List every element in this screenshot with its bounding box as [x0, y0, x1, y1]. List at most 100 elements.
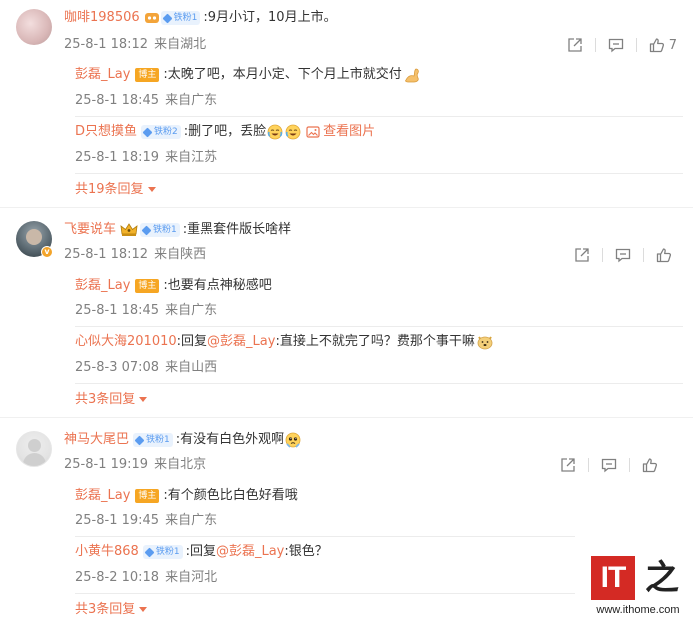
- more-replies-link[interactable]: 共19条回复: [75, 181, 156, 199]
- reply-location: 来自河北: [165, 570, 218, 585]
- reply-username[interactable]: 彭磊_Lay: [75, 277, 130, 295]
- comment-text: :有没有白色外观啊: [175, 432, 285, 447]
- reply-header: 彭磊_Lay 博主 :太晚了吧，本月小定、下个月上市就交付: [75, 66, 422, 84]
- reply-header: 心似大海201010 :回复 @彭磊_Lay :直接上不就完了吗？费那个事干嘛: [75, 333, 494, 351]
- more-replies-label: 共19条回复: [75, 182, 144, 197]
- like-button[interactable]: 7: [649, 37, 677, 53]
- reply-text: :有个颜色比白色好看哦: [163, 488, 298, 503]
- reply-text: :银色？: [284, 544, 328, 559]
- more-replies-link[interactable]: 共3条回复: [75, 391, 148, 409]
- crown-icon: [120, 223, 138, 236]
- pleading-emoji: [285, 432, 301, 448]
- reply-date: 25-8-1 19:45: [75, 513, 160, 528]
- diamond-icon: [142, 127, 153, 137]
- avatar[interactable]: [16, 431, 52, 467]
- host-badge: 博主: [135, 489, 160, 503]
- reply-meta: 25-8-2 10:18 来自河北: [75, 569, 217, 587]
- ithome-url: www.ithome.com: [596, 604, 680, 616]
- share-icon: [561, 458, 575, 472]
- comment-meta: 25-8-1 18:12 来自湖北: [64, 36, 206, 54]
- fan-badge-label: 铁粉1: [173, 13, 198, 23]
- flexed-biceps-emoji: [405, 68, 419, 83]
- ithome-logo-char: 之: [645, 558, 679, 598]
- diamond-icon: [144, 547, 155, 557]
- share-button[interactable]: [567, 37, 583, 53]
- reply-header: D只想摸鱼 铁粉2 :删了吧，丢脸 查看图片: [75, 123, 375, 141]
- host-badge: 博主: [135, 68, 160, 82]
- like-button[interactable]: [656, 247, 676, 263]
- comment-username[interactable]: 神马大尾巴: [64, 431, 129, 449]
- comment-header: 飞要说车 铁粉1 :重黑套件版长啥样: [64, 221, 291, 239]
- comment-button[interactable]: [608, 37, 624, 53]
- reply-header: 小黄牛868 铁粉1 :回复 @彭磊_Lay :银色？: [75, 543, 328, 561]
- comment-location: 来自北京: [154, 457, 207, 472]
- action-separator: [588, 458, 589, 472]
- share-icon: [575, 248, 589, 262]
- image-icon: [306, 126, 320, 138]
- more-replies-label: 共3条回复: [75, 602, 136, 617]
- avatar-head: [28, 439, 41, 452]
- reply-text: :也要有点神秘感吧: [163, 278, 272, 293]
- comment-date: 25-8-1 18:12: [64, 247, 149, 262]
- caret-down-icon: [139, 607, 148, 612]
- fan-badge-label: 铁粉1: [153, 225, 177, 235]
- reply-username[interactable]: 彭磊_Lay: [75, 66, 130, 84]
- reply-location: 来自广东: [165, 303, 218, 318]
- reply-location: 来自广东: [165, 93, 218, 108]
- verified-badge-icon: v: [41, 246, 53, 258]
- comment-separator: [0, 417, 693, 418]
- reply-date: 25-8-1 18:19: [75, 150, 160, 165]
- reply-text: :直接上不就完了吗？费那个事干嘛: [275, 334, 475, 349]
- caret-down-icon: [139, 397, 148, 402]
- like-button[interactable]: [642, 457, 662, 473]
- share-button[interactable]: [560, 457, 576, 473]
- reply-prefix: :回复: [176, 334, 208, 349]
- comment-date: 25-8-1 19:19: [64, 457, 149, 472]
- fan-badge: 铁粉1: [142, 545, 183, 559]
- mention-link[interactable]: @彭磊_Lay: [207, 333, 275, 351]
- comment-actions: [574, 246, 676, 264]
- reply-header: 彭磊_Lay 博主 :也要有点神秘感吧: [75, 277, 272, 295]
- reply-divider: [75, 326, 683, 327]
- thumbs-up-icon: [642, 458, 658, 473]
- comment-location: 来自陕西: [154, 247, 207, 262]
- comment-button[interactable]: [615, 247, 631, 263]
- action-separator: [635, 38, 637, 52]
- more-replies-label: 共3条回复: [75, 392, 136, 407]
- reply-meta: 25-8-1 18:19 来自江苏: [75, 149, 217, 167]
- avatar[interactable]: [16, 9, 52, 45]
- reply-username[interactable]: D只想摸鱼: [75, 123, 137, 141]
- ithome-logo: IT: [591, 556, 635, 600]
- action-separator: [629, 458, 630, 472]
- reply-divider: [75, 593, 575, 594]
- comment-button[interactable]: [601, 457, 617, 473]
- mention-link[interactable]: @彭磊_Lay: [216, 543, 284, 561]
- comment-icon: [615, 248, 631, 263]
- diamond-icon: [134, 435, 145, 445]
- reply-username[interactable]: 心似大海201010: [75, 333, 177, 351]
- more-replies-link[interactable]: 共3条回复: [75, 601, 148, 619]
- action-separator: [594, 38, 596, 52]
- fan-badge: 铁粉2: [141, 125, 181, 139]
- share-button[interactable]: [574, 247, 590, 263]
- like-count: 7: [668, 37, 677, 53]
- fan-level-icon: [144, 13, 159, 23]
- comment-header: 咖啡198506 铁粉1 :9月小订，10月上市。: [64, 9, 337, 27]
- reply-username[interactable]: 小黄牛868: [75, 543, 139, 561]
- comment-meta: 25-8-1 18:12 来自陕西: [64, 246, 206, 264]
- reply-username[interactable]: 彭磊_Lay: [75, 487, 130, 505]
- comment-username[interactable]: 飞要说车: [64, 221, 116, 239]
- comment-actions: [560, 456, 662, 474]
- fan-badge: 铁粉1: [133, 433, 173, 447]
- doge-emoji: [477, 336, 493, 350]
- reply-location: 来自广东: [165, 513, 218, 528]
- comment-username[interactable]: 咖啡198506: [64, 9, 140, 27]
- view-image-link[interactable]: 查看图片: [306, 123, 375, 141]
- comment-icon: [608, 38, 623, 53]
- reply-meta: 25-8-1 18:45 来自广东: [75, 302, 217, 320]
- thumbs-up-icon: [656, 248, 672, 263]
- share-icon: [568, 38, 582, 52]
- reply-date: 25-8-1 18:45: [75, 303, 160, 318]
- diamond-icon: [141, 225, 152, 235]
- reply-header: 彭磊_Lay 博主 :有个颜色比白色好看哦: [75, 487, 298, 505]
